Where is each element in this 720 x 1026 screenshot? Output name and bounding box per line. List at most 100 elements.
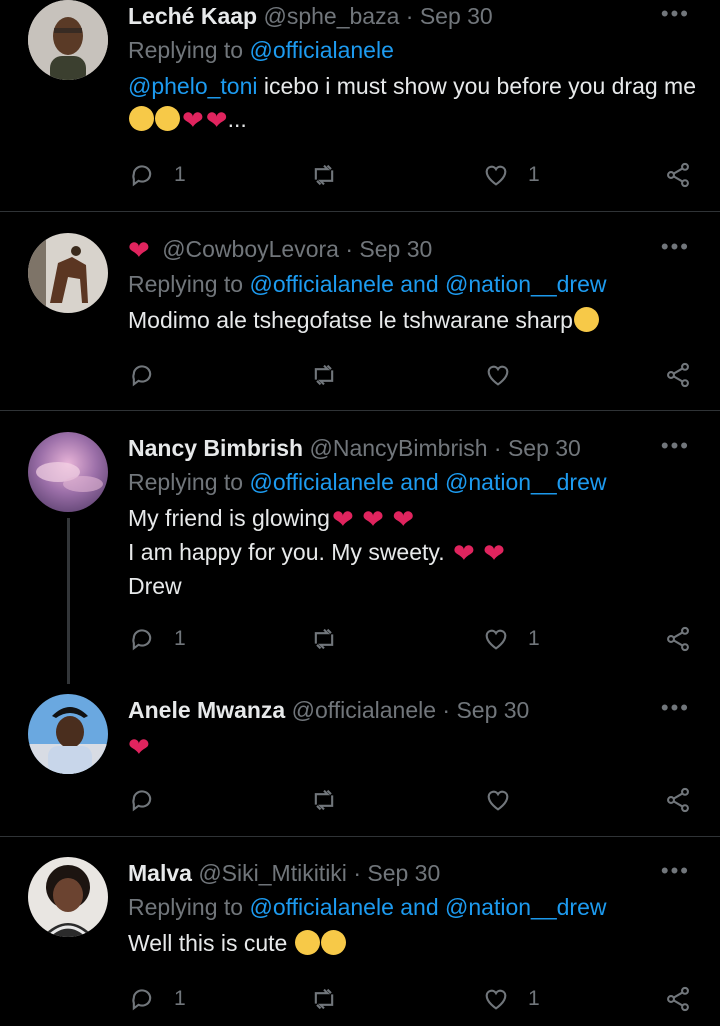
share-button[interactable]	[664, 359, 692, 391]
tweet-header: Leché Kaap @sphe_baza · Sep 30	[128, 0, 696, 32]
eyeroll-emoji	[129, 106, 154, 131]
reply-button[interactable]: 1	[128, 159, 186, 191]
heart-emoji: ❤	[362, 504, 384, 534]
handle[interactable]: @sphe_baza	[264, 3, 400, 29]
heart-eyes-emoji	[320, 930, 346, 955]
reply-icon	[132, 365, 152, 387]
reply-button[interactable]	[128, 784, 174, 816]
heart-icon	[485, 165, 507, 186]
tweet-text: @phelo_toni icebo i must show you before…	[128, 73, 697, 135]
eyeroll-emoji	[573, 307, 599, 332]
reply-button[interactable]	[128, 359, 174, 391]
share-icon	[667, 626, 689, 652]
reply-button[interactable]: 1	[128, 623, 186, 655]
share-button[interactable]	[664, 784, 692, 816]
display-name[interactable]: Nancy Bimbrish	[128, 435, 303, 461]
share-button[interactable]	[664, 623, 692, 655]
timestamp[interactable]: · Sep 30	[353, 860, 440, 886]
avatar[interactable]	[28, 432, 108, 512]
tweet-text: Modimo ale tshegofatse le tshwarane shar…	[128, 304, 696, 337]
timestamp[interactable]: · Sep 30	[442, 697, 529, 723]
display-name[interactable]: Anele Mwanza	[128, 697, 285, 723]
reply-count: 1	[174, 987, 186, 1010]
handle[interactable]: @NancyBimbrish	[310, 435, 488, 461]
more-icon[interactable]: •••	[661, 236, 690, 258]
timestamp[interactable]: · Sep 30	[345, 236, 432, 262]
crying-emoji	[155, 106, 180, 131]
retweet-icon	[314, 364, 334, 386]
retweet-icon	[314, 164, 334, 186]
retweet-button[interactable]	[310, 359, 338, 391]
reply-icon	[132, 629, 152, 651]
mention-link[interactable]: @nation__drew	[445, 894, 606, 920]
reply-icon	[132, 790, 152, 812]
heart-eyes-emoji	[294, 930, 320, 955]
retweet-button[interactable]	[310, 159, 338, 191]
more-icon[interactable]: •••	[661, 697, 690, 719]
mention-link[interactable]: @nation__drew	[445, 469, 606, 495]
retweet-button[interactable]	[310, 623, 338, 655]
thread-line	[67, 518, 70, 684]
tweet-actions: 1 1	[128, 983, 694, 1015]
avatar[interactable]	[28, 0, 108, 80]
heart-emoji: ❤	[331, 504, 354, 534]
handle[interactable]: @officialanele	[292, 697, 436, 723]
mention-link[interactable]: @officialanele	[249, 37, 393, 63]
reply-icon	[132, 165, 152, 187]
timestamp[interactable]: · Sep 30	[406, 3, 493, 29]
like-button[interactable]: 1	[482, 623, 540, 655]
tweet-actions	[128, 784, 694, 816]
tweet-header: Nancy Bimbrish @NancyBimbrish · Sep 30	[128, 432, 696, 464]
replying-to: Replying to @officialanele and @nation__…	[128, 894, 607, 920]
mention-link[interactable]: @nation__drew	[445, 271, 606, 297]
reply-button[interactable]: 1	[128, 983, 186, 1015]
mention-link[interactable]: @officialanele	[249, 894, 393, 920]
replying-to: Replying to @officialanele and @nation__…	[128, 271, 607, 297]
heart-emoji: ❤	[483, 538, 505, 568]
tweet-header: Malva @Siki_Mtikitiki · Sep 30	[128, 857, 696, 889]
display-name[interactable]: Leché Kaap	[128, 3, 257, 29]
handle[interactable]: @Siki_Mtikitiki	[198, 860, 347, 886]
tweet-actions: 1 1	[128, 159, 694, 191]
like-button[interactable]: 1	[482, 159, 540, 191]
retweet-button[interactable]	[310, 983, 338, 1015]
avatar[interactable]	[28, 857, 108, 937]
replying-to: Replying to @officialanele and @nation__…	[128, 469, 607, 495]
retweet-icon	[314, 789, 334, 811]
replying-to: Replying to @officialanele	[128, 37, 394, 63]
mention-link[interactable]: @officialanele	[249, 469, 393, 495]
divider	[0, 836, 720, 837]
mention-link[interactable]: @officialanele	[249, 271, 393, 297]
timestamp[interactable]: · Sep 30	[494, 435, 581, 461]
reply-count: 1	[174, 627, 186, 650]
heart-emoji: ❤	[128, 235, 150, 265]
tweet-actions	[128, 359, 694, 391]
display-name[interactable]: Malva	[128, 860, 192, 886]
heart-emoji: ❤	[452, 538, 475, 568]
like-count: 1	[528, 987, 540, 1010]
tweet-text: My friend is glowing❤ ❤ ❤ I am happy for…	[128, 504, 505, 599]
avatar[interactable]	[28, 694, 108, 774]
divider	[0, 410, 720, 411]
mention-link[interactable]: @phelo_toni	[128, 73, 258, 99]
heart-emoji: ❤	[205, 105, 228, 135]
share-button[interactable]	[664, 159, 692, 191]
like-button[interactable]	[484, 359, 530, 391]
retweet-icon	[314, 628, 334, 650]
more-icon[interactable]: •••	[661, 860, 690, 882]
divider	[0, 211, 720, 212]
share-button[interactable]	[664, 983, 692, 1015]
avatar[interactable]	[28, 233, 108, 313]
like-button[interactable]	[484, 784, 530, 816]
share-icon	[667, 162, 689, 188]
more-icon[interactable]: •••	[661, 3, 690, 25]
tweet-actions: 1 1	[128, 623, 694, 655]
heart-icon	[485, 989, 507, 1010]
more-icon[interactable]: •••	[661, 435, 690, 457]
retweet-icon	[314, 988, 334, 1010]
heart-emoji: ❤	[128, 732, 150, 762]
like-count: 1	[528, 163, 540, 186]
retweet-button[interactable]	[310, 784, 338, 816]
handle[interactable]: @CowboyLevora	[162, 236, 339, 262]
like-button[interactable]: 1	[482, 983, 540, 1015]
